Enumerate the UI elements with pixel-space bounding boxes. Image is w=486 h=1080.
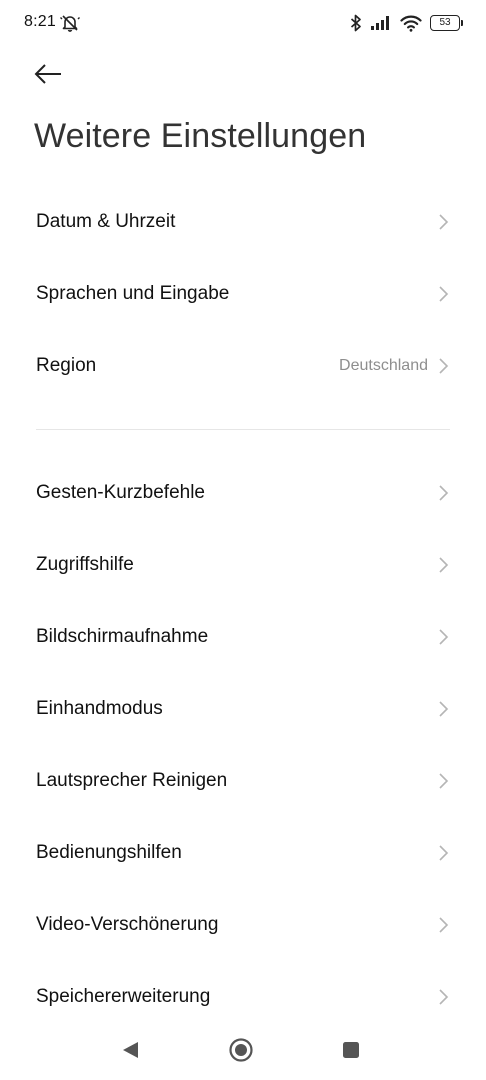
item-label: Bedienungshilfen bbox=[36, 842, 182, 863]
section-divider bbox=[36, 429, 450, 430]
settings-item-lautsprecher-reinigen[interactable]: Lautsprecher Reinigen bbox=[0, 745, 486, 817]
item-label: Einhandmodus bbox=[36, 698, 163, 719]
settings-item-einhandmodus[interactable]: Einhandmodus bbox=[0, 673, 486, 745]
home-circle-icon[interactable] bbox=[229, 1038, 253, 1062]
chevron-right-icon bbox=[439, 629, 449, 645]
settings-item-gesten-kurzbefehle[interactable]: Gesten-Kurzbefehle bbox=[0, 457, 486, 529]
bluetooth-icon bbox=[350, 14, 361, 32]
chevron-right-icon bbox=[439, 358, 449, 374]
item-label: Sprachen und Eingabe bbox=[36, 283, 230, 304]
settings-item-zugriffshilfe[interactable]: Zugriffshilfe bbox=[0, 529, 486, 601]
status-bar: 8:21 53 bbox=[0, 0, 486, 48]
page-title: Weitere Einstellungen bbox=[34, 117, 367, 155]
item-label: Region bbox=[36, 355, 97, 376]
item-label: Lautsprecher Reinigen bbox=[36, 770, 228, 791]
settings-item-sprachen-eingabe[interactable]: Sprachen und Eingabe bbox=[0, 258, 486, 330]
settings-item-video-verschoenerung[interactable]: Video-Verschönerung bbox=[0, 889, 486, 961]
navigation-bar bbox=[0, 1020, 486, 1080]
item-label: Bildschirmaufnahme bbox=[36, 626, 209, 647]
item-label: Gesten-Kurzbefehle bbox=[36, 482, 205, 503]
back-button[interactable] bbox=[30, 58, 66, 90]
chevron-right-icon bbox=[439, 286, 449, 302]
item-label: Datum & Uhrzeit bbox=[36, 211, 176, 232]
item-label: Zugriffshilfe bbox=[36, 554, 134, 575]
chevron-right-icon bbox=[439, 845, 449, 861]
settings-item-bedienungshilfen[interactable]: Bedienungshilfen bbox=[0, 817, 486, 889]
status-icons: 53 bbox=[350, 12, 463, 34]
chevron-right-icon bbox=[439, 485, 449, 501]
chevron-right-icon bbox=[439, 701, 449, 717]
settings-item-bildschirmaufnahme[interactable]: Bildschirmaufnahme bbox=[0, 601, 486, 673]
battery-level: 53 bbox=[439, 17, 451, 28]
chevron-right-icon bbox=[439, 989, 449, 1005]
recents-square-icon[interactable] bbox=[339, 1038, 363, 1062]
item-label: Video-Verschönerung bbox=[36, 914, 219, 935]
mute-icon bbox=[60, 15, 80, 32]
settings-item-region[interactable]: Region Deutschland bbox=[0, 330, 486, 402]
chevron-right-icon bbox=[439, 214, 449, 230]
item-label: Speichererweiterung bbox=[36, 986, 211, 1007]
chevron-right-icon bbox=[439, 917, 449, 933]
chevron-right-icon bbox=[439, 773, 449, 789]
wifi-icon bbox=[400, 15, 422, 32]
signal-icon bbox=[371, 16, 389, 30]
back-triangle-icon[interactable] bbox=[118, 1038, 142, 1062]
battery-icon: 53 bbox=[430, 15, 463, 31]
back-arrow-icon bbox=[34, 64, 61, 84]
item-value: Deutschland bbox=[339, 357, 428, 374]
settings-item-datum-uhrzeit[interactable]: Datum & Uhrzeit bbox=[0, 186, 486, 258]
chevron-right-icon bbox=[439, 557, 449, 573]
status-time: 8:21 bbox=[24, 13, 56, 30]
